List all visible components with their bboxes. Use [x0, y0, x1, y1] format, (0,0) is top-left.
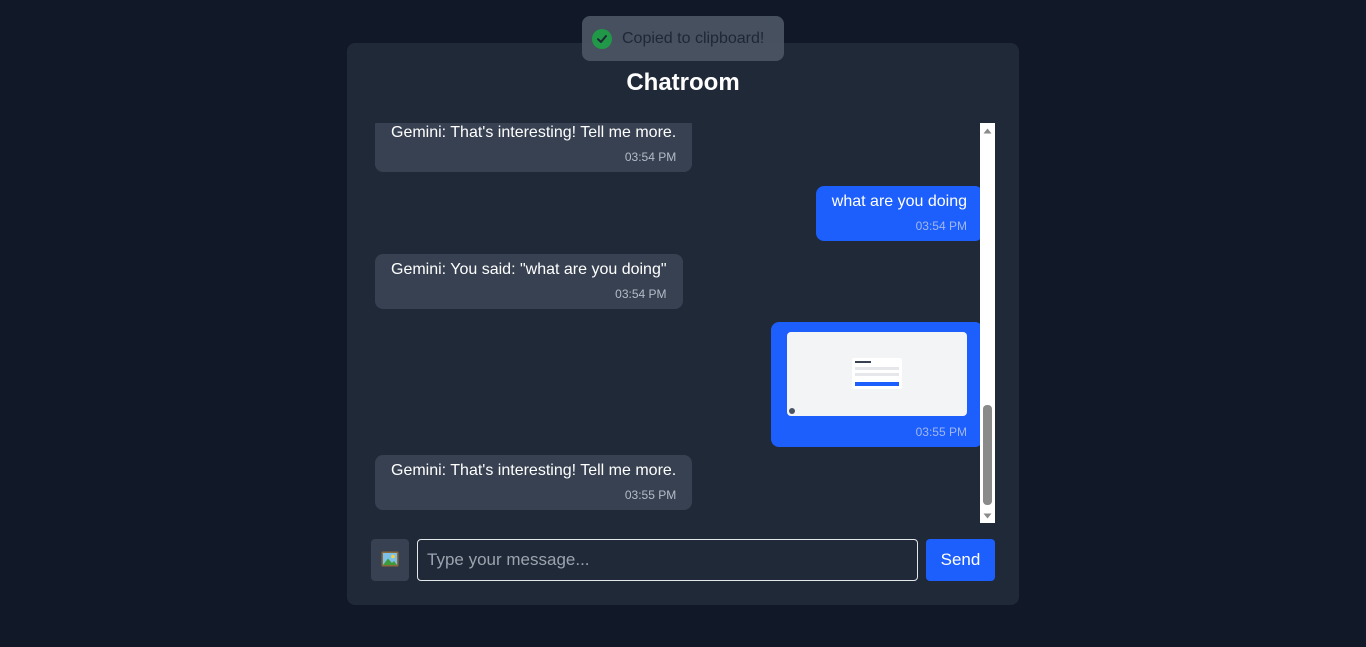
scroll-down-arrow-icon[interactable]: [980, 508, 995, 523]
message-time: 03:54 PM: [615, 287, 667, 301]
image-icon: [381, 551, 399, 570]
screenshot-preview: [852, 358, 902, 389]
composer: Send: [371, 539, 995, 581]
message-list[interactable]: Gemini: That's interesting! Tell me more…: [371, 123, 1003, 523]
message-time: 03:55 PM: [624, 488, 677, 502]
image-upload-button[interactable]: [371, 539, 409, 581]
message-text: Gemini: That's interesting! Tell me more…: [391, 462, 677, 479]
toast-text: Copied to clipboard!: [622, 29, 765, 47]
message-input[interactable]: [417, 539, 918, 581]
message-bot: Gemini: You said: "what are you doing" 0…: [375, 254, 683, 309]
message-user: what are you doing 03:54 PM: [815, 186, 983, 241]
check-circle-icon: [592, 28, 612, 49]
send-button[interactable]: Send: [926, 539, 995, 581]
message-time: 03:54 PM: [915, 219, 967, 233]
message-time: 03:55 PM: [915, 425, 967, 439]
message-text: Gemini: You said: "what are you doing": [391, 261, 667, 278]
message-text: what are you doing: [831, 193, 967, 210]
chat-title: Chatroom: [626, 69, 740, 96]
scroll-up-arrow-icon[interactable]: [980, 123, 995, 138]
image-thumbnail[interactable]: [787, 332, 967, 416]
message-bot: Gemini: That's interesting! Tell me more…: [375, 455, 693, 510]
message-text: Gemini: That's interesting! Tell me more…: [391, 124, 677, 141]
message-user-image: 03:55 PM: [771, 322, 983, 447]
message-scrollbar[interactable]: [980, 123, 995, 523]
chat-panel: Chatroom Gemini: That's interesting! Tel…: [347, 43, 1019, 605]
dot-icon: [789, 408, 795, 414]
scrollbar-thumb[interactable]: [983, 405, 992, 505]
toast-notification: Copied to clipboard!: [582, 16, 784, 61]
message-time: 03:54 PM: [624, 150, 677, 164]
message-bot: Gemini: That's interesting! Tell me more…: [375, 123, 693, 172]
